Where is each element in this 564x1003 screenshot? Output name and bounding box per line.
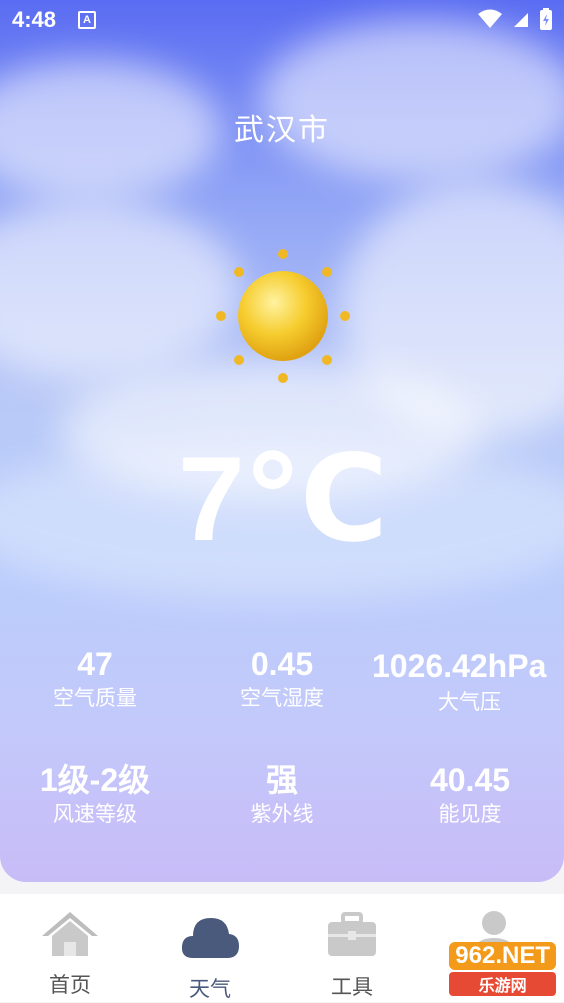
stat-value: 强 — [265, 762, 298, 798]
stat-label: 空气质量 — [53, 687, 137, 710]
stat-humidity: 0.45 空气湿度 — [207, 644, 357, 714]
nav-item-weather[interactable]: 天气 — [160, 908, 260, 1003]
nav-item-tools[interactable]: 工具 — [302, 908, 402, 1001]
watermark-logo: 962.NET 乐游网 — [449, 942, 556, 996]
cloud-decoration — [0, 200, 240, 380]
stat-wind-level: 1级-2级 风速等级 — [20, 760, 170, 830]
stat-value: 1级-2级 — [39, 762, 151, 798]
stat-label: 空气湿度 — [240, 687, 324, 710]
sun-icon — [213, 246, 353, 391]
nav-label: 工具 — [331, 976, 373, 999]
stat-value: 40.45 — [429, 762, 511, 798]
system-icons — [478, 8, 552, 30]
nav-label: 首页 — [49, 974, 91, 997]
stat-value: 1026.42hPa — [372, 648, 547, 684]
stat-label: 大气压 — [438, 691, 501, 714]
city-name: 武汉市 — [234, 114, 330, 147]
stat-label: 能见度 — [438, 803, 502, 826]
stat-label: 风速等级 — [53, 803, 137, 826]
cloud-icon — [181, 918, 239, 958]
stat-pressure: 1026.42hPa 大气压 — [372, 644, 558, 718]
nav-label: 天气 — [189, 978, 231, 1001]
stat-label: 紫外线 — [250, 803, 314, 826]
stat-uv: 强 紫外线 — [207, 760, 357, 830]
stat-air-quality: 47 空气质量 — [20, 644, 170, 714]
home-icon — [42, 912, 98, 956]
battery-icon — [540, 8, 552, 30]
toolbox-icon — [328, 912, 376, 956]
cloud-decoration — [260, 20, 564, 180]
signal-icon — [514, 13, 528, 27]
notification-a-icon: A — [78, 11, 96, 29]
status-time: 4:48 — [12, 7, 57, 32]
stat-value: 47 — [77, 646, 113, 682]
nav-item-home[interactable]: 首页 — [20, 908, 120, 999]
status-bar: 4:48 A — [0, 0, 564, 40]
temperature: 7℃ — [177, 432, 388, 566]
stat-value: 0.45 — [250, 646, 314, 682]
bottom-nav: 首页 天气 工具 我的 962.NET 乐游网 — [0, 894, 564, 1002]
stat-visibility: 40.45 能见度 — [395, 760, 545, 830]
wifi-icon — [478, 9, 502, 28]
